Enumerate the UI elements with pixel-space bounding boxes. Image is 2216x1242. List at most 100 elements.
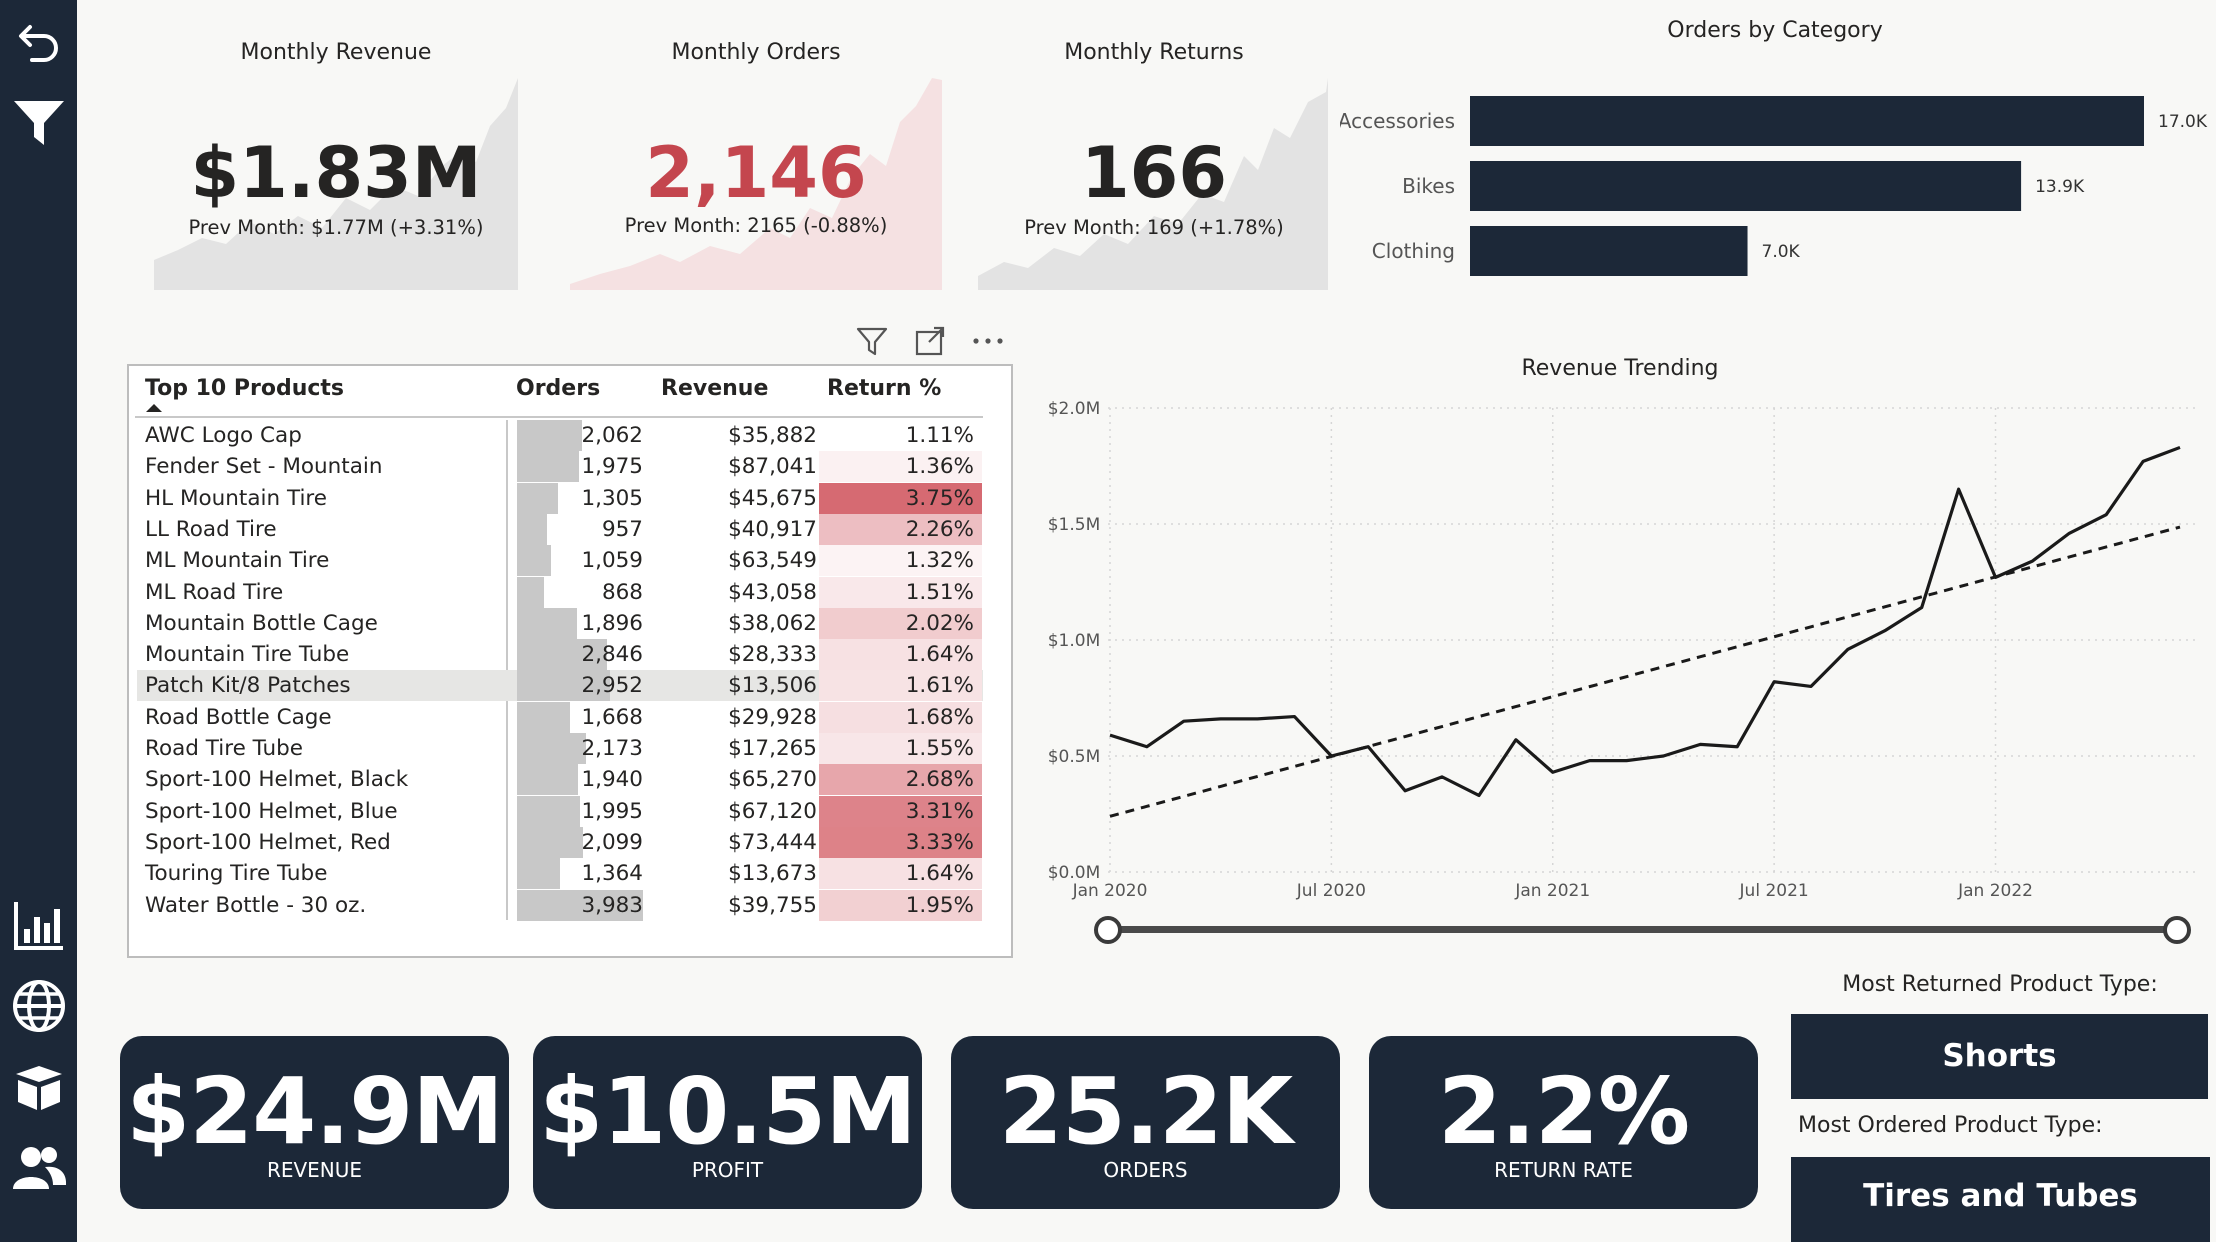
tile-value: 25.2K	[998, 1058, 1293, 1165]
orders-tile: 25.2K ORDERS	[951, 1036, 1340, 1209]
table-row[interactable]: Fender Set - Mountain 1,975 $87,041 1.36%	[137, 451, 983, 483]
table-row[interactable]: HL Mountain Tire 1,305 $45,675 3.75%	[137, 482, 983, 514]
y-tick-label: $0.5M	[1048, 747, 1101, 767]
table-row[interactable]: Sport-100 Helmet, Black 1,940 $65,270 2.68%	[137, 764, 983, 796]
table-row[interactable]: Road Bottle Cage 1,668 $29,928 1.68%	[137, 701, 983, 733]
return-rate-value: 3.75%	[819, 482, 982, 514]
x-tick-label: Jan 2022	[1957, 881, 2033, 901]
product-name: Sport-100 Helmet, Blue	[145, 798, 398, 824]
orders-value: 2,099	[581, 829, 643, 855]
revenue-value: $13,673	[728, 861, 817, 887]
orders-value: 1,975	[581, 454, 643, 480]
revenue-value: $38,062	[728, 610, 817, 636]
orders-value: 1,059	[581, 548, 643, 574]
return-rate-value: 1.32%	[819, 545, 982, 577]
table-row[interactable]: Road Tire Tube 2,173 $17,265 1.55%	[137, 733, 983, 764]
product-name: Water Bottle - 30 oz.	[145, 892, 367, 918]
table-row[interactable]: Mountain Bottle Cage 1,896 $38,062 2.02%	[137, 607, 983, 639]
revenue-value: $43,058	[728, 579, 817, 605]
revenue-trending-chart: $2.0M $1.5M $1.0M $0.5M $0.0MJan 2020 Jul 202…	[1048, 399, 2200, 901]
revenue-tile: $24.9M REVENUE	[120, 1036, 509, 1209]
return-rate-value: 1.55%	[819, 733, 982, 764]
return-rate-value: 2.26%	[819, 513, 982, 545]
slider-start-handle[interactable]	[1094, 916, 1122, 944]
open-box-icon[interactable]	[0, 1058, 77, 1118]
sort-ascending-icon	[146, 404, 162, 412]
x-tick-label: Jan 2021	[1514, 881, 1590, 901]
return-rate-value: 1.68%	[819, 701, 982, 733]
table-row[interactable]: Mountain Tire Tube 2,846 $28,333 1.64%	[137, 639, 983, 671]
category-bar[interactable]	[1470, 226, 1748, 276]
orders-by-category-chart: Accessories 17.0K Bikes 13.9K Clothing 7.0K	[1340, 96, 2208, 276]
product-name: Mountain Tire Tube	[145, 642, 350, 668]
product-name: LL Road Tire	[145, 516, 277, 542]
kpi-monthly-revenue: Monthly Revenue $1.83M Prev Month: $1.77…	[150, 40, 522, 290]
orders-value: 2,952	[581, 673, 643, 699]
orders-value: 1,364	[581, 861, 643, 887]
back-arrow-icon[interactable]	[0, 12, 77, 72]
focus-mode-icon[interactable]	[913, 324, 947, 358]
kpi-value: 166	[1080, 132, 1228, 214]
orders-value: 3,983	[581, 892, 643, 918]
revenue-value: $73,444	[728, 829, 817, 855]
chart-title: Revenue Trending	[1521, 356, 1719, 381]
column-header-return[interactable]: Return %	[827, 376, 941, 401]
revenue-line[interactable]	[1109, 445, 2181, 798]
x-tick-label: Jul 2020	[1296, 881, 1366, 901]
category-chart-title-wrap: Orders by Category	[1340, 18, 2210, 43]
column-header-revenue[interactable]: Revenue	[661, 376, 768, 401]
slider-end-handle[interactable]	[2163, 916, 2191, 944]
y-tick-label: $1.0M	[1048, 631, 1101, 651]
table-row[interactable]: AWC Logo Cap 2,062 $35,882 1.11%	[137, 420, 983, 451]
globe-icon[interactable]	[0, 976, 77, 1036]
kpi-title: Monthly Orders	[671, 40, 841, 65]
category-label: Accessories	[1340, 109, 1455, 133]
visual-filter-icon[interactable]	[855, 324, 889, 358]
table-row[interactable]: Patch Kit/8 Patches 2,952 $13,506 1.61%	[137, 670, 983, 702]
return-rate-value: 1.51%	[819, 576, 982, 608]
profit-tile: $10.5M PROFIT	[533, 1036, 922, 1209]
category-bar[interactable]	[1470, 161, 2022, 211]
filter-icon[interactable]	[0, 92, 77, 152]
people-icon[interactable]	[0, 1138, 77, 1198]
more-options-icon[interactable]	[968, 324, 1008, 358]
kpi-title: Monthly Revenue	[240, 40, 432, 65]
orders-value: 1,896	[581, 610, 643, 636]
category-bar[interactable]	[1470, 96, 2144, 146]
product-name: ML Mountain Tire	[145, 548, 330, 574]
x-tick-label: Jan 2020	[1072, 881, 1148, 901]
orders-value: 2,062	[581, 423, 643, 448]
tile-value: 2.2%	[1437, 1058, 1690, 1165]
revenue-value: $87,041	[728, 454, 817, 480]
column-header-orders[interactable]: Orders	[516, 376, 600, 401]
table-row[interactable]: Sport-100 Helmet, Blue 1,995 $67,120 3.31%	[137, 795, 983, 827]
product-name: Road Bottle Cage	[145, 704, 332, 730]
most-ordered-label: Most Ordered Product Type:	[1798, 1113, 2103, 1138]
orders-value: 1,995	[581, 798, 643, 824]
table-row[interactable]: Water Bottle - 30 oz. 3,983 $39,755 1.95%	[137, 889, 983, 921]
table-row[interactable]: Touring Tire Tube 1,364 $13,673 1.64%	[137, 858, 983, 890]
table-row[interactable]: ML Road Tire 868 $43,058 1.51%	[137, 576, 983, 608]
return-rate-value: 1.36%	[819, 451, 982, 483]
tile-label: REVENUE	[266, 1158, 363, 1182]
product-name: HL Mountain Tire	[145, 485, 328, 511]
revenue-value: $17,265	[728, 736, 817, 761]
table-row[interactable]: LL Road Tire 957 $40,917 2.26%	[137, 513, 983, 545]
tile-label: PROFIT	[691, 1158, 764, 1182]
revenue-value: $65,270	[728, 767, 817, 793]
column-header-product[interactable]: Top 10 Products	[145, 376, 344, 401]
data-label: 17.0K	[2158, 112, 2208, 132]
return-rate-value: 2.68%	[819, 764, 982, 796]
most-returned-label: Most Returned Product Type:	[1842, 972, 2158, 997]
date-range-slider-track[interactable]	[1108, 926, 2176, 933]
tile-label: RETURN RATE	[1494, 1158, 1633, 1182]
tile-label: ORDERS	[1103, 1158, 1188, 1182]
kpi-title: Monthly Returns	[1064, 40, 1244, 65]
revenue-value: $35,882	[728, 423, 817, 448]
header-divider	[135, 416, 983, 418]
bar-chart-icon[interactable]	[0, 895, 77, 955]
product-name: ML Road Tire	[145, 579, 284, 605]
table-row[interactable]: ML Mountain Tire 1,059 $63,549 1.32%	[137, 545, 983, 577]
table-row[interactable]: Sport-100 Helmet, Red 2,099 $73,444 3.33%	[137, 826, 983, 858]
orders-value: 957	[601, 516, 643, 542]
